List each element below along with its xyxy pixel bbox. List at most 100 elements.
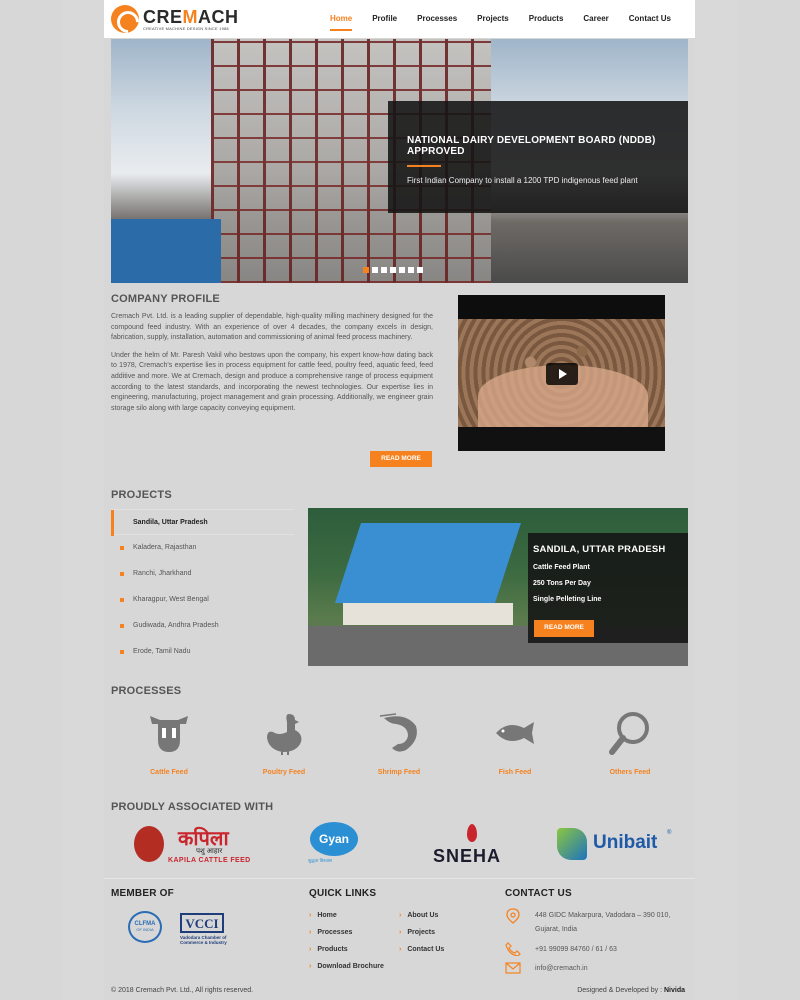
- project-item[interactable]: Gudiwada, Andhra Pradesh: [111, 613, 294, 639]
- project-feature-title: SANDILA, UTTAR PRADESH: [533, 544, 666, 555]
- project-item[interactable]: Kaladera, Rajasthan: [111, 535, 294, 561]
- site-header: CREMACH CREATIVE MACHINE DESIGN SINCE 19…: [104, 0, 695, 38]
- process-label: Others Feed: [609, 769, 651, 776]
- gyan-tag: शुद्धता विश्वास: [308, 858, 332, 863]
- footer-link-products[interactable]: Products: [309, 946, 347, 953]
- site-logo[interactable]: CREMACH CREATIVE MACHINE DESIGN SINCE 19…: [111, 5, 239, 33]
- nav-processes[interactable]: Processes: [417, 14, 457, 31]
- kapila-tag: KAPILA CATTLE FEED: [168, 857, 251, 864]
- shrimp-icon: [379, 713, 417, 752]
- hero-title: NATIONAL DAIRY DEVELOPMENT BOARD (NDDB) …: [407, 135, 656, 157]
- profile-heading: COMPANY PROFILE: [111, 293, 220, 305]
- magnifier-icon: [609, 712, 649, 755]
- kapila-logo[interactable]: कपिला पशु आहार KAPILA CATTLE FEED: [134, 822, 258, 868]
- hen-icon: [267, 714, 302, 755]
- slider-dot[interactable]: [363, 267, 369, 273]
- profile-paragraph: Cremach Pvt. Ltd. is a leading supplier …: [111, 313, 433, 342]
- contact-phone[interactable]: +91 99099 84760 / 61 / 63: [535, 944, 617, 956]
- logo-mark-icon: [111, 5, 139, 33]
- project-item[interactable]: Sandila, Uttar Pradesh: [111, 509, 294, 536]
- projects-heading: PROJECTS: [111, 489, 172, 501]
- main-nav: Home Profile Processes Projects Products…: [310, 14, 671, 31]
- footer-link-about[interactable]: About Us: [399, 912, 438, 919]
- flame-icon: [467, 824, 477, 842]
- nav-profile[interactable]: Profile: [372, 14, 397, 31]
- kapila-emblem-icon: [134, 826, 164, 862]
- gyan-name: Gyan: [310, 822, 358, 856]
- slider-dot[interactable]: [372, 267, 378, 273]
- footer-link-home[interactable]: Home: [309, 912, 336, 919]
- footer-link-brochure[interactable]: Download Brochure: [309, 963, 384, 970]
- member-column: MEMBER OF: [111, 888, 174, 899]
- developer-link[interactable]: Nivida: [664, 987, 685, 994]
- unibait-logo[interactable]: Unibait ®: [557, 822, 675, 868]
- left-gutter: [62, 0, 104, 1000]
- email-icon: [505, 962, 521, 974]
- developer-credit: Designed & Developed by : Nivida: [577, 987, 685, 994]
- process-fish-feed[interactable]: Fish Feed: [465, 710, 565, 776]
- sneha-name: SNEHA: [433, 846, 502, 866]
- process-cattle-feed[interactable]: Cattle Feed: [119, 710, 219, 776]
- slider-dot[interactable]: [381, 267, 387, 273]
- cow-icon: [150, 716, 188, 752]
- project-item[interactable]: Kharagpur, West Bengal: [111, 587, 294, 613]
- unibait-leaf-icon: [557, 828, 587, 860]
- quick-links-column: QUICK LINKS: [309, 888, 376, 899]
- footer-link-projects[interactable]: Projects: [399, 929, 435, 936]
- footer-link-processes[interactable]: Processes: [309, 929, 352, 936]
- nav-projects[interactable]: Projects: [477, 14, 509, 31]
- play-icon[interactable]: [546, 363, 578, 385]
- plant-wall-image: [343, 603, 513, 625]
- process-label: Shrimp Feed: [377, 769, 421, 776]
- footer-bottom-bar: © 2018 Cremach Pvt. Ltd., All rights res…: [104, 986, 695, 1000]
- profile-video-player[interactable]: [458, 295, 665, 451]
- vcci-logo[interactable]: VCCI Vadodara Chamber of Commerce & Indu…: [180, 913, 236, 945]
- footer-link-contact[interactable]: Contact Us: [399, 946, 444, 953]
- project-feature-line: 250 Tons Per Day: [533, 580, 591, 587]
- slider-dot[interactable]: [417, 267, 423, 273]
- slider-dots: [363, 267, 423, 273]
- copyright-text: © 2018 Cremach Pvt. Ltd., All rights res…: [111, 987, 254, 994]
- right-gutter: [695, 0, 737, 1000]
- nav-contact[interactable]: Contact Us: [629, 14, 671, 31]
- clfma-logo[interactable]: CLFMA OF INDIA: [128, 911, 162, 943]
- profile-paragraph: Under the helm of Mr. Paresh Vakil who b…: [111, 351, 433, 412]
- gyan-logo[interactable]: Gyan शुद्धता विश्वास: [308, 822, 364, 868]
- process-label: Poultry Feed: [262, 769, 306, 776]
- profile-read-more-button[interactable]: READ MORE: [370, 451, 432, 467]
- contact-column: CONTACT US: [505, 888, 572, 899]
- process-poultry-feed[interactable]: Poultry Feed: [234, 710, 334, 776]
- projects-list: Sandila, Uttar Pradesh Kaladera, Rajasth…: [111, 509, 294, 665]
- nav-home[interactable]: Home: [329, 14, 353, 31]
- project-item[interactable]: Erode, Tamil Nadu: [111, 639, 294, 665]
- hero-subtitle: First Indian Company to install a 1200 T…: [407, 176, 638, 185]
- process-shrimp-feed[interactable]: Shrimp Feed: [349, 710, 449, 776]
- project-item[interactable]: Ranchi, Jharkhand: [111, 561, 294, 587]
- nav-products[interactable]: Products: [529, 14, 564, 31]
- hero-caption: NATIONAL DAIRY DEVELOPMENT BOARD (NDDB) …: [388, 101, 688, 213]
- logo-tagline: CREATIVE MACHINE DESIGN SINCE 1988: [143, 25, 229, 31]
- hero-title-underline: [407, 165, 441, 167]
- slider-dot[interactable]: [390, 267, 396, 273]
- processes-heading: PROCESSES: [111, 685, 182, 697]
- unibait-name: Unibait: [593, 832, 658, 853]
- contact-address: 448 GIDC Makarpura, Vadodara – 390 010, …: [535, 912, 671, 933]
- project-feature-caption: SANDILA, UTTAR PRADESH Cattle Feed Plant…: [528, 533, 688, 643]
- slider-dot[interactable]: [399, 267, 405, 273]
- contact-heading: CONTACT US: [505, 888, 572, 899]
- contact-email[interactable]: info@cremach.in: [535, 963, 588, 975]
- hero-slider[interactable]: NATIONAL DAIRY DEVELOPMENT BOARD (NDDB) …: [111, 39, 688, 283]
- hero-tarp-image: [111, 219, 221, 283]
- kapila-sub: पशु आहार: [196, 848, 223, 855]
- nav-career[interactable]: Career: [583, 14, 608, 31]
- slider-dot[interactable]: [408, 267, 414, 273]
- project-feature-line: Cattle Feed Plant: [533, 564, 590, 571]
- unibait-mark: ®: [667, 830, 672, 836]
- process-others-feed[interactable]: Others Feed: [580, 710, 680, 776]
- project-read-more-button[interactable]: READ MORE: [534, 620, 594, 637]
- process-label: Cattle Feed: [150, 769, 188, 776]
- plant-roof-image: [335, 523, 521, 603]
- quick-links-heading: QUICK LINKS: [309, 888, 377, 899]
- video-top-bar: [458, 295, 665, 319]
- sneha-logo[interactable]: SNEHA: [433, 822, 513, 868]
